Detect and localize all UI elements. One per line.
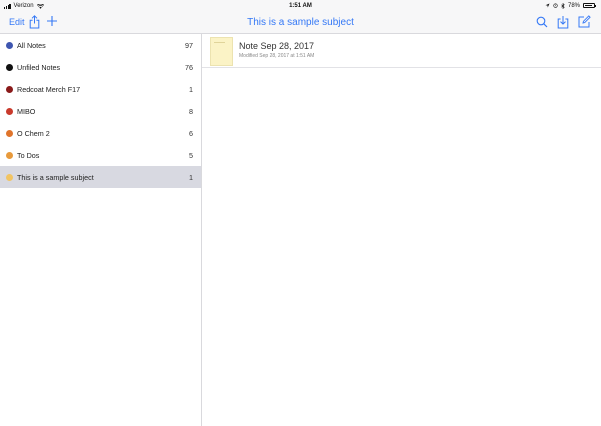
note-modified-date: Modified Sep 28, 2017 at 1:51 AM — [239, 53, 315, 59]
note-title: Note Sep 28, 2017 — [239, 41, 315, 51]
note-list-item[interactable]: Note Sep 28, 2017 Modified Sep 28, 2017 … — [202, 34, 601, 68]
sidebar-item-count: 97 — [185, 41, 193, 50]
download-icon[interactable] — [557, 15, 569, 29]
sidebar-item-label: Redcoat Merch F17 — [17, 85, 81, 94]
sidebar-item-label: All Notes — [17, 41, 46, 50]
sidebar-item-label: O Chem 2 — [17, 129, 50, 138]
compose-icon[interactable] — [578, 15, 591, 28]
subject-color-dot — [6, 151, 13, 159]
subject-color-dot — [6, 85, 13, 93]
location-icon — [545, 3, 550, 8]
sidebar-item-label: Unfiled Notes — [17, 63, 61, 72]
sidebar-item-unfiled-notes[interactable]: Unfiled Notes 76 — [0, 56, 201, 78]
sidebar-item-mibo[interactable]: MIBO 8 — [0, 100, 201, 122]
notes-list: Note Sep 28, 2017 Modified Sep 28, 2017 … — [202, 34, 601, 426]
thumbnail-line — [214, 42, 225, 43]
alarm-icon — [553, 3, 558, 8]
sidebar-item-redcoat-merch-f17[interactable]: Redcoat Merch F17 1 — [0, 78, 201, 100]
battery-percent: 78% — [567, 2, 580, 9]
sidebar-item-count: 1 — [189, 85, 193, 94]
search-icon[interactable] — [536, 16, 548, 28]
sidebar-item-all-notes[interactable]: All Notes 97 — [0, 34, 201, 56]
status-time: 1:51 AM — [289, 3, 312, 9]
sidebar-item-label: To Dos — [17, 151, 40, 160]
sidebar-item-to-dos[interactable]: To Dos 5 — [0, 144, 201, 166]
nav-bar: Edit This is a sample subject — [0, 12, 601, 34]
sidebar-item-this-is-a-sample-subject[interactable]: This is a sample subject 1 — [0, 166, 201, 188]
subject-color-dot — [6, 63, 13, 71]
sidebar-item-count: 76 — [185, 63, 193, 72]
sidebar-item-count: 5 — [189, 151, 193, 160]
subject-color-dot — [6, 129, 13, 137]
sidebar-item-o-chem-2[interactable]: O Chem 2 6 — [0, 122, 201, 144]
battery-icon — [583, 3, 596, 8]
note-thumbnail — [210, 37, 233, 66]
sidebar-item-label: This is a sample subject — [17, 173, 94, 182]
sidebar-item-count: 6 — [189, 129, 193, 138]
status-right: 78% — [545, 2, 596, 9]
subject-color-dot — [6, 41, 13, 49]
bluetooth-icon — [561, 2, 565, 9]
page-title: This is a sample subject — [247, 17, 354, 28]
subjects-sidebar: All Notes 97 Unfiled Notes 76 Redcoat Me… — [0, 34, 202, 426]
subject-color-dot — [6, 173, 13, 181]
status-bar: Verizon 1:51 AM 78% — [0, 0, 601, 12]
sidebar-item-count: 8 — [189, 107, 193, 116]
sidebar-item-label: MIBO — [17, 107, 36, 116]
subject-color-dot — [6, 107, 13, 115]
sidebar-item-count: 1 — [189, 173, 193, 182]
